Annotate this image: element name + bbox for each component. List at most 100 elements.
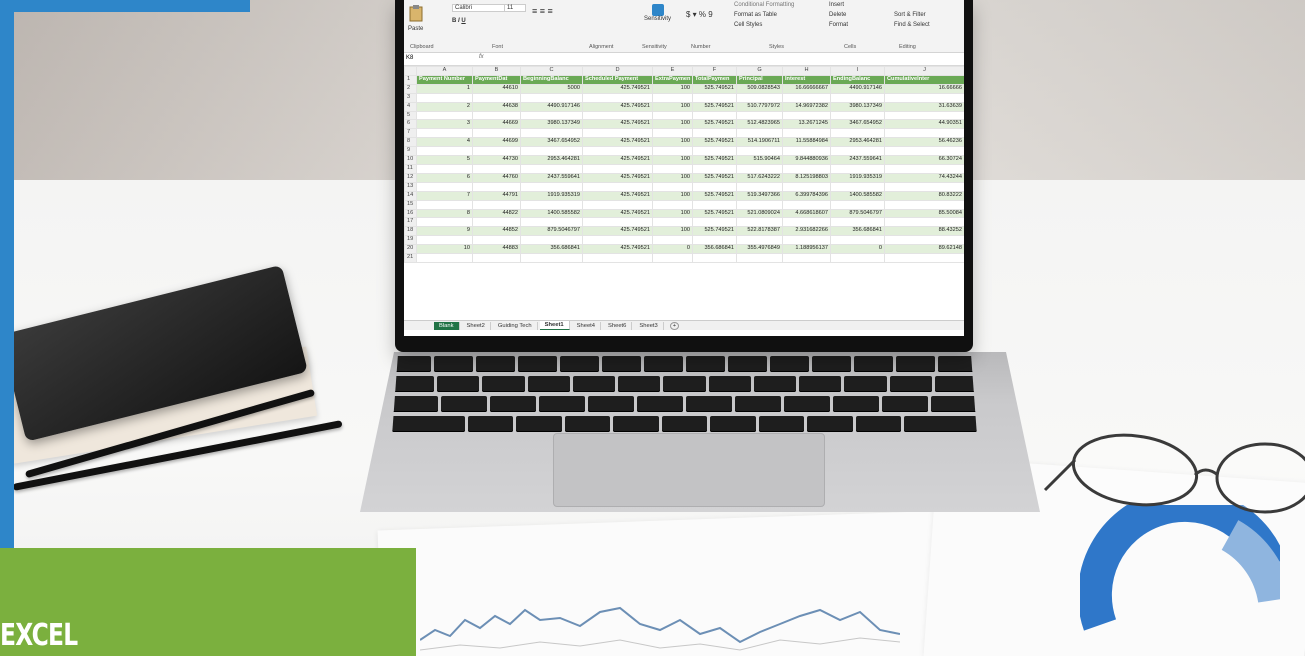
empty-cell[interactable] xyxy=(472,181,521,192)
empty-cell[interactable] xyxy=(782,253,831,263)
table-cell[interactable]: 356.686841 xyxy=(520,244,583,255)
row-number[interactable]: 5 xyxy=(404,110,417,121)
empty-cell[interactable] xyxy=(830,199,885,210)
table-cell[interactable]: 44669 xyxy=(472,119,521,130)
empty-cell[interactable] xyxy=(782,235,831,246)
table-cell[interactable]: 509.0828543 xyxy=(736,83,783,94)
table-cell[interactable]: 3467.654952 xyxy=(830,119,885,130)
table-cell[interactable]: 44638 xyxy=(472,101,521,112)
font-name-select[interactable]: Calibri xyxy=(452,4,506,12)
format-as-table-button[interactable]: Format as Table xyxy=(734,12,777,18)
table-cell[interactable]: 525.749521 xyxy=(692,119,737,130)
insert-button[interactable]: Insert xyxy=(829,2,844,8)
table-cell[interactable]: 1400.585582 xyxy=(830,190,885,201)
empty-cell[interactable] xyxy=(472,217,521,228)
empty-cell[interactable] xyxy=(416,163,473,174)
align-icon[interactable]: ≡ ≡ ≡ xyxy=(532,6,553,16)
empty-cell[interactable] xyxy=(692,146,737,157)
table-cell[interactable]: 13.2671245 xyxy=(782,119,831,130)
empty-cell[interactable] xyxy=(652,235,693,246)
table-cell[interactable]: 2953.464281 xyxy=(520,155,583,165)
table-header-cell[interactable]: Interest xyxy=(782,74,831,85)
empty-cell[interactable] xyxy=(582,199,653,210)
empty-cell[interactable] xyxy=(692,253,737,263)
add-sheet-icon[interactable]: + xyxy=(669,321,680,330)
table-cell[interactable]: 425.749521 xyxy=(582,244,653,255)
table-cell[interactable]: 4490.917146 xyxy=(520,101,583,112)
empty-cell[interactable] xyxy=(520,199,583,210)
table-cell[interactable]: 4490.917146 xyxy=(830,83,885,94)
format-button[interactable]: Format xyxy=(829,22,848,28)
table-cell[interactable]: 100 xyxy=(652,155,693,165)
empty-cell[interactable] xyxy=(652,199,693,210)
empty-cell[interactable] xyxy=(416,199,473,210)
column-header-b[interactable]: B xyxy=(472,66,521,76)
table-cell[interactable]: 89.62148 xyxy=(884,244,964,255)
empty-cell[interactable] xyxy=(692,110,737,121)
empty-cell[interactable] xyxy=(830,235,885,246)
empty-cell[interactable] xyxy=(736,92,783,103)
row-number[interactable]: 11 xyxy=(404,163,417,174)
empty-cell[interactable] xyxy=(472,128,521,139)
table-cell[interactable]: 2437.559641 xyxy=(830,155,885,165)
empty-cell[interactable] xyxy=(520,235,583,246)
table-cell[interactable]: 100 xyxy=(652,83,693,94)
empty-cell[interactable] xyxy=(652,110,693,121)
row-number[interactable]: 2 xyxy=(404,83,417,94)
column-header-g[interactable]: G xyxy=(736,66,783,76)
table-cell[interactable]: 2 xyxy=(416,101,473,112)
empty-cell[interactable] xyxy=(830,217,885,228)
empty-cell[interactable] xyxy=(652,92,693,103)
table-cell[interactable]: 879.5046797 xyxy=(830,208,885,219)
empty-cell[interactable] xyxy=(416,181,473,192)
table-cell[interactable]: 3467.654952 xyxy=(520,137,583,148)
empty-cell[interactable] xyxy=(884,128,964,139)
table-cell[interactable]: 6 xyxy=(416,172,473,183)
table-cell[interactable]: 31.63639 xyxy=(884,101,964,112)
empty-cell[interactable] xyxy=(472,163,521,174)
table-cell[interactable]: 100 xyxy=(652,119,693,130)
empty-cell[interactable] xyxy=(830,128,885,139)
table-cell[interactable]: 510.7797972 xyxy=(736,101,783,112)
table-cell[interactable]: 425.749521 xyxy=(582,155,653,165)
table-cell[interactable]: 5000 xyxy=(520,83,583,94)
table-cell[interactable]: 356.686841 xyxy=(692,244,737,255)
table-cell[interactable]: 74.43244 xyxy=(884,172,964,183)
empty-cell[interactable] xyxy=(472,235,521,246)
column-header-a[interactable]: A xyxy=(416,66,473,76)
table-cell[interactable]: 16.66666667 xyxy=(782,83,831,94)
table-cell[interactable]: 4 xyxy=(416,137,473,148)
empty-cell[interactable] xyxy=(416,146,473,157)
empty-cell[interactable] xyxy=(736,217,783,228)
row-number[interactable]: 19 xyxy=(404,235,417,246)
fx-icon[interactable]: fx xyxy=(479,54,484,60)
empty-cell[interactable] xyxy=(830,253,885,263)
empty-cell[interactable] xyxy=(652,128,693,139)
table-cell[interactable]: 425.749521 xyxy=(582,83,653,94)
table-cell[interactable]: 517.6243222 xyxy=(736,172,783,183)
empty-cell[interactable] xyxy=(582,163,653,174)
sheet-tab-sheet1[interactable]: Sheet1 xyxy=(539,321,570,330)
table-cell[interactable]: 0 xyxy=(652,244,693,255)
empty-cell[interactable] xyxy=(416,217,473,228)
table-cell[interactable]: 525.749521 xyxy=(692,190,737,201)
table-cell[interactable]: 16.66666 xyxy=(884,83,964,94)
empty-cell[interactable] xyxy=(736,128,783,139)
empty-cell[interactable] xyxy=(736,199,783,210)
table-cell[interactable]: 1919.935319 xyxy=(830,172,885,183)
empty-cell[interactable] xyxy=(884,163,964,174)
empty-cell[interactable] xyxy=(736,253,783,263)
sheet-tab-sheet6[interactable]: Sheet6 xyxy=(603,321,633,330)
column-header-h[interactable]: H xyxy=(782,66,831,76)
table-cell[interactable]: 3980.137349 xyxy=(830,101,885,112)
table-cell[interactable]: 44822 xyxy=(472,208,521,219)
row-number[interactable]: 1 xyxy=(404,74,417,85)
empty-cell[interactable] xyxy=(582,146,653,157)
table-cell[interactable]: 521.0809024 xyxy=(736,208,783,219)
empty-cell[interactable] xyxy=(652,163,693,174)
empty-cell[interactable] xyxy=(782,92,831,103)
table-cell[interactable]: 525.749521 xyxy=(692,226,737,237)
table-cell[interactable]: 355.4976849 xyxy=(736,244,783,255)
empty-cell[interactable] xyxy=(782,146,831,157)
table-cell[interactable]: 425.749521 xyxy=(582,137,653,148)
